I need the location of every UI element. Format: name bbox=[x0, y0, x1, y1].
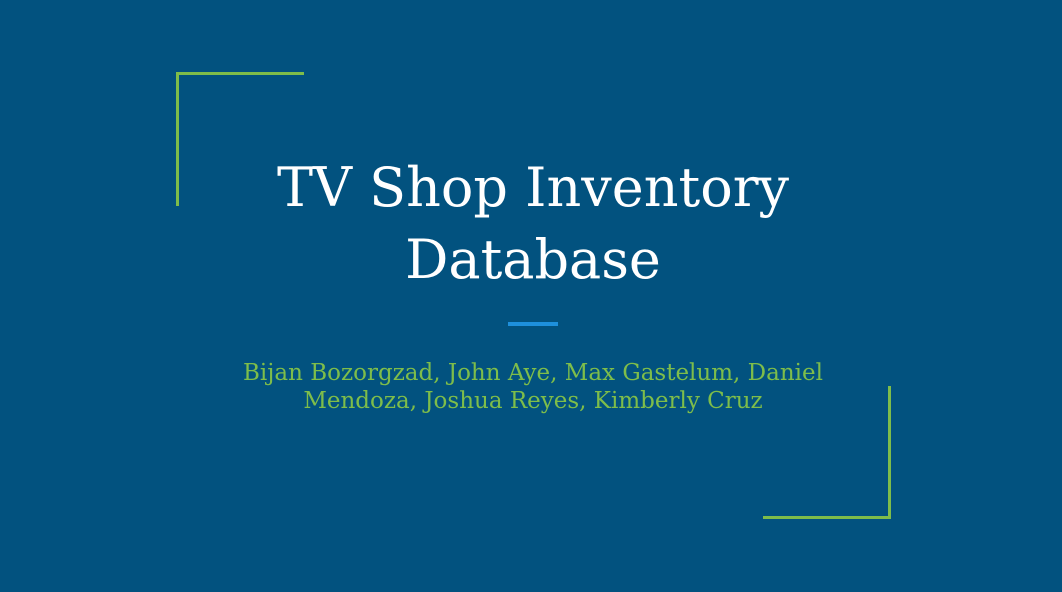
corner-bracket-top-left-horizontal bbox=[176, 72, 304, 75]
corner-bracket-bottom-right-vertical bbox=[888, 386, 891, 519]
slide-title: TV Shop Inventory Database bbox=[276, 156, 790, 291]
title-divider bbox=[508, 322, 558, 326]
slide-subtitle-authors: Bijan Bozorgzad, John Aye, Max Gastelum,… bbox=[243, 360, 823, 414]
corner-bracket-bottom-right-horizontal bbox=[763, 516, 891, 519]
presentation-slide: TV Shop Inventory Database Bijan Bozorgz… bbox=[0, 0, 1062, 592]
